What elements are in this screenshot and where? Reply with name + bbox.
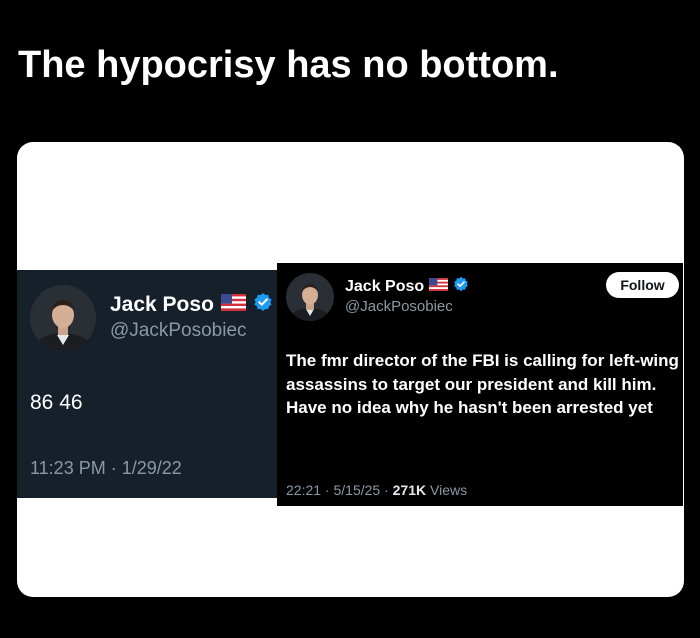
tweet-timestamp[interactable]: 22:21 · 5/15/25 · [286,482,393,498]
author-name[interactable]: Jack Poso [110,293,214,317]
author-row: Jack Poso [110,292,273,317]
headline: The hypocrisy has no bottom. [18,44,559,86]
views-count[interactable]: 271K [393,482,426,498]
author-handle[interactable]: @JackPosobiec [345,298,453,315]
author-handle[interactable]: @JackPosobiec [110,320,247,342]
tweet-text: 86 46 [30,391,83,414]
page: The hypocrisy has no bottom. Jack Poso @… [0,0,700,638]
us-flag-icon [220,293,246,316]
verified-badge-icon [453,276,469,297]
verified-badge-icon [253,292,273,317]
tweet-timestamp[interactable]: 11:23 PM · 1/29/22 [30,458,182,479]
author-row: Jack Poso [345,276,469,297]
avatar[interactable] [30,285,96,351]
avatar[interactable] [286,273,334,321]
us-flag-icon [429,277,449,296]
views-label: Views [426,482,468,498]
follow-button[interactable]: Follow [606,272,679,298]
tweet-new[interactable]: Jack Poso @JackPosobiec Follow The fmr d… [277,263,683,506]
tweet-old[interactable]: Jack Poso @JackPosobiec 86 46 11:23 PM ·… [17,270,279,498]
tweet-text: The fmr director of the FBI is calling f… [286,351,679,417]
author-name[interactable]: Jack Poso [345,278,424,296]
tweet-meta: 22:21 · 5/15/25 · 271K Views [286,482,467,498]
